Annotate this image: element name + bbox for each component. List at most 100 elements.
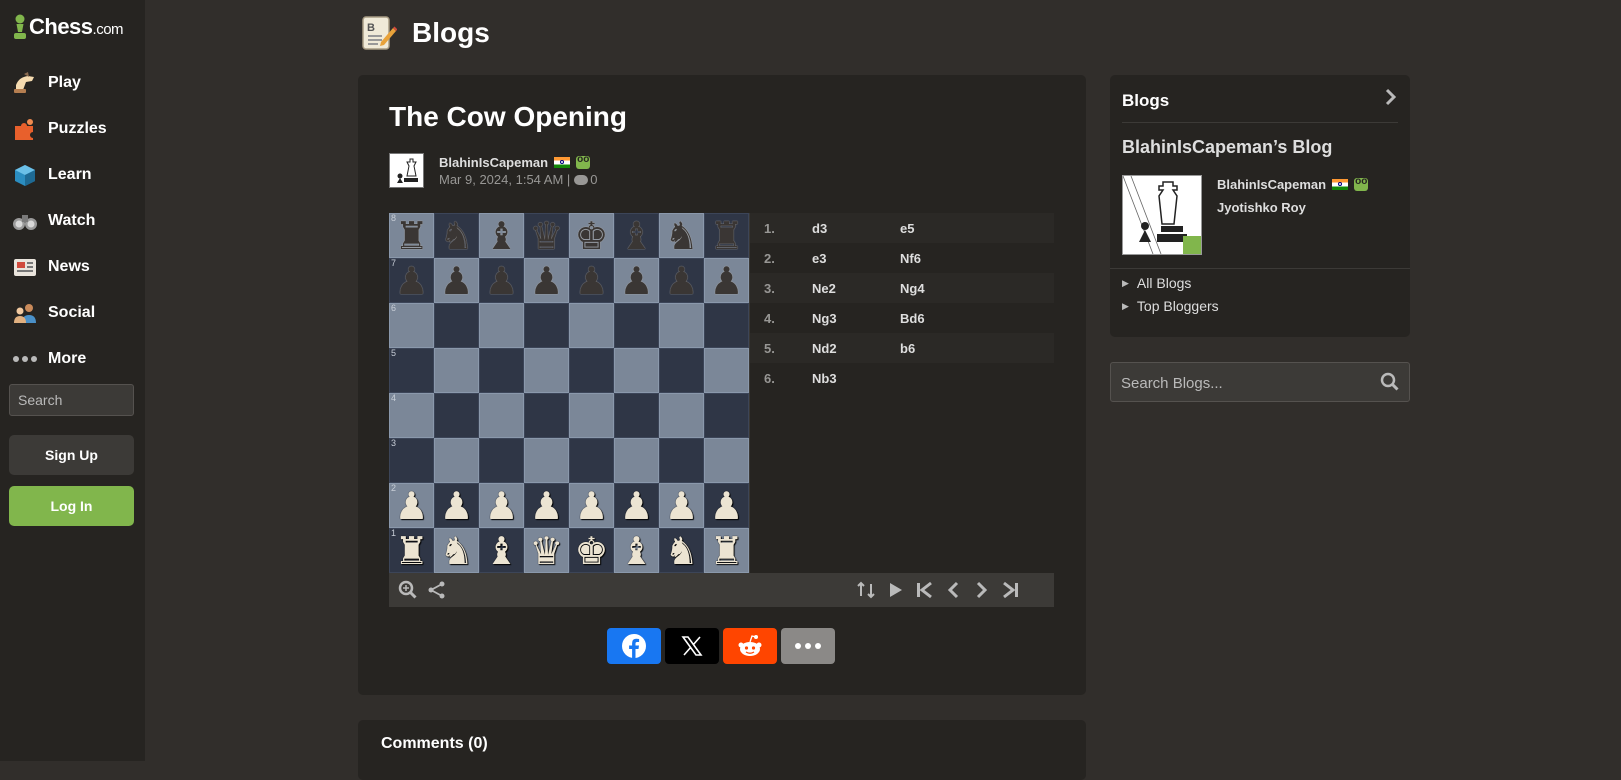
- blog-name[interactable]: BlahinIsCapeman’s Blog: [1122, 137, 1332, 158]
- white-king-icon[interactable]: ♚: [574, 532, 608, 570]
- blogger-username[interactable]: BlahinIsCapeman: [1217, 177, 1326, 192]
- board-square[interactable]: ♟: [614, 483, 659, 528]
- comment-count[interactable]: 0: [590, 172, 597, 187]
- board-square[interactable]: ♝: [614, 213, 659, 258]
- board-square[interactable]: [434, 393, 479, 438]
- board-square[interactable]: ♜: [704, 213, 749, 258]
- board-square[interactable]: ♟: [704, 258, 749, 303]
- board-square[interactable]: ♞: [434, 213, 479, 258]
- board-square[interactable]: [524, 393, 569, 438]
- nav-item-news[interactable]: News: [0, 244, 145, 290]
- board-square[interactable]: ♟: [659, 483, 704, 528]
- board-square[interactable]: ♟: [659, 258, 704, 303]
- board-square[interactable]: [479, 348, 524, 393]
- board-square[interactable]: [614, 348, 659, 393]
- analysis-zoom-icon[interactable]: [397, 579, 419, 601]
- board-square[interactable]: ♞: [659, 213, 704, 258]
- board-square[interactable]: [434, 438, 479, 483]
- log-in-button[interactable]: Log In: [9, 486, 134, 526]
- blogs-panel-title[interactable]: Blogs: [1122, 91, 1169, 111]
- flip-board-icon[interactable]: [855, 579, 877, 601]
- autoplay-icon[interactable]: [884, 579, 906, 601]
- white-pawn-icon[interactable]: ♟: [529, 487, 563, 525]
- board-square[interactable]: [524, 303, 569, 348]
- white-move[interactable]: Nd2: [800, 341, 900, 356]
- black-pawn-icon[interactable]: ♟: [394, 262, 428, 300]
- board-square[interactable]: ♜: [704, 528, 749, 573]
- board-square[interactable]: [569, 348, 614, 393]
- black-king-icon[interactable]: ♚: [574, 217, 608, 255]
- chevron-right-icon[interactable]: [1384, 87, 1398, 113]
- board-square[interactable]: ♟: [479, 483, 524, 528]
- board-square[interactable]: ♟: [479, 258, 524, 303]
- board-square[interactable]: ♟: [704, 483, 749, 528]
- black-pawn-icon[interactable]: ♟: [574, 262, 608, 300]
- board-square[interactable]: [479, 438, 524, 483]
- board-square[interactable]: ♟: [524, 258, 569, 303]
- board-square[interactable]: ♟: [614, 258, 659, 303]
- board-square[interactable]: [569, 438, 614, 483]
- black-bishop-icon[interactable]: ♝: [484, 217, 518, 255]
- top-bloggers-link[interactable]: ▶ Top Bloggers: [1122, 298, 1219, 314]
- board-square[interactable]: ♝: [479, 528, 524, 573]
- previous-move-icon[interactable]: [942, 579, 964, 601]
- board-square[interactable]: [479, 303, 524, 348]
- board-square[interactable]: 8 ♜: [389, 213, 434, 258]
- nav-item-learn[interactable]: Learn: [0, 152, 145, 198]
- last-move-icon[interactable]: [1000, 579, 1022, 601]
- white-rook-icon[interactable]: ♜: [709, 532, 743, 570]
- black-move[interactable]: Nf6: [900, 251, 1000, 266]
- black-knight-icon[interactable]: ♞: [439, 217, 473, 255]
- white-move[interactable]: Ng3: [800, 311, 900, 326]
- black-pawn-icon[interactable]: ♟: [529, 262, 563, 300]
- white-knight-icon[interactable]: ♞: [664, 532, 698, 570]
- black-queen-icon[interactable]: ♛: [529, 217, 563, 255]
- nav-item-more[interactable]: More: [0, 336, 145, 382]
- board-square[interactable]: [704, 348, 749, 393]
- black-pawn-icon[interactable]: ♟: [619, 262, 653, 300]
- white-pawn-icon[interactable]: ♟: [709, 487, 743, 525]
- board-square[interactable]: [434, 348, 479, 393]
- share-x-button[interactable]: [665, 628, 719, 664]
- first-move-icon[interactable]: [913, 579, 935, 601]
- sign-up-button[interactable]: Sign Up: [9, 435, 134, 475]
- board-square[interactable]: [659, 348, 704, 393]
- board-square[interactable]: ♟: [569, 258, 614, 303]
- black-knight-icon[interactable]: ♞: [664, 217, 698, 255]
- board-square[interactable]: ♛: [524, 528, 569, 573]
- chess-com-logo[interactable]: Chess.com: [13, 12, 124, 42]
- share-icon[interactable]: [426, 579, 448, 601]
- nav-item-social[interactable]: Social: [0, 290, 145, 336]
- black-move[interactable]: e5: [900, 221, 1000, 236]
- white-move[interactable]: Nb3: [800, 371, 900, 386]
- share-facebook-button[interactable]: [607, 628, 661, 664]
- board-square[interactable]: [704, 438, 749, 483]
- white-bishop-icon[interactable]: ♝: [484, 532, 518, 570]
- white-move[interactable]: e3: [800, 251, 900, 266]
- board-square[interactable]: ♚: [569, 213, 614, 258]
- all-blogs-link[interactable]: ▶ All Blogs: [1122, 275, 1191, 291]
- search-icon[interactable]: [1379, 371, 1401, 393]
- nav-item-puzzles[interactable]: Puzzles: [0, 106, 145, 152]
- board-square[interactable]: [614, 438, 659, 483]
- board-square[interactable]: ♞: [434, 528, 479, 573]
- author-avatar[interactable]: [389, 153, 424, 188]
- board-square[interactable]: [704, 393, 749, 438]
- board-square[interactable]: 5: [389, 348, 434, 393]
- board-square[interactable]: [479, 393, 524, 438]
- black-bishop-icon[interactable]: ♝: [619, 217, 653, 255]
- board-square[interactable]: [659, 438, 704, 483]
- white-pawn-icon[interactable]: ♟: [439, 487, 473, 525]
- black-move[interactable]: b6: [900, 341, 1000, 356]
- blogger-avatar[interactable]: [1122, 175, 1202, 255]
- white-knight-icon[interactable]: ♞: [439, 532, 473, 570]
- nav-item-play[interactable]: Play: [0, 60, 145, 106]
- chess-board[interactable]: 8 ♜ ♞ ♝ ♛ ♚ ♝ ♞ ♜ 7 ♟ ♟ ♟ ♟ ♟ ♟ ♟ ♟ 6 5 4 3 2 ♟ ♟ ♟ ♟ ♟ ♟ ♟ ♟ 1 ♜ ♞ ♝ ♛ ♚ ♝ ♞ ♜: [389, 213, 749, 573]
- blog-search-input[interactable]: [1111, 363, 1378, 403]
- board-square[interactable]: ♟: [524, 483, 569, 528]
- board-square[interactable]: ♞: [659, 528, 704, 573]
- board-square[interactable]: [614, 303, 659, 348]
- board-square[interactable]: ♛: [524, 213, 569, 258]
- board-square[interactable]: [434, 303, 479, 348]
- board-square[interactable]: [614, 393, 659, 438]
